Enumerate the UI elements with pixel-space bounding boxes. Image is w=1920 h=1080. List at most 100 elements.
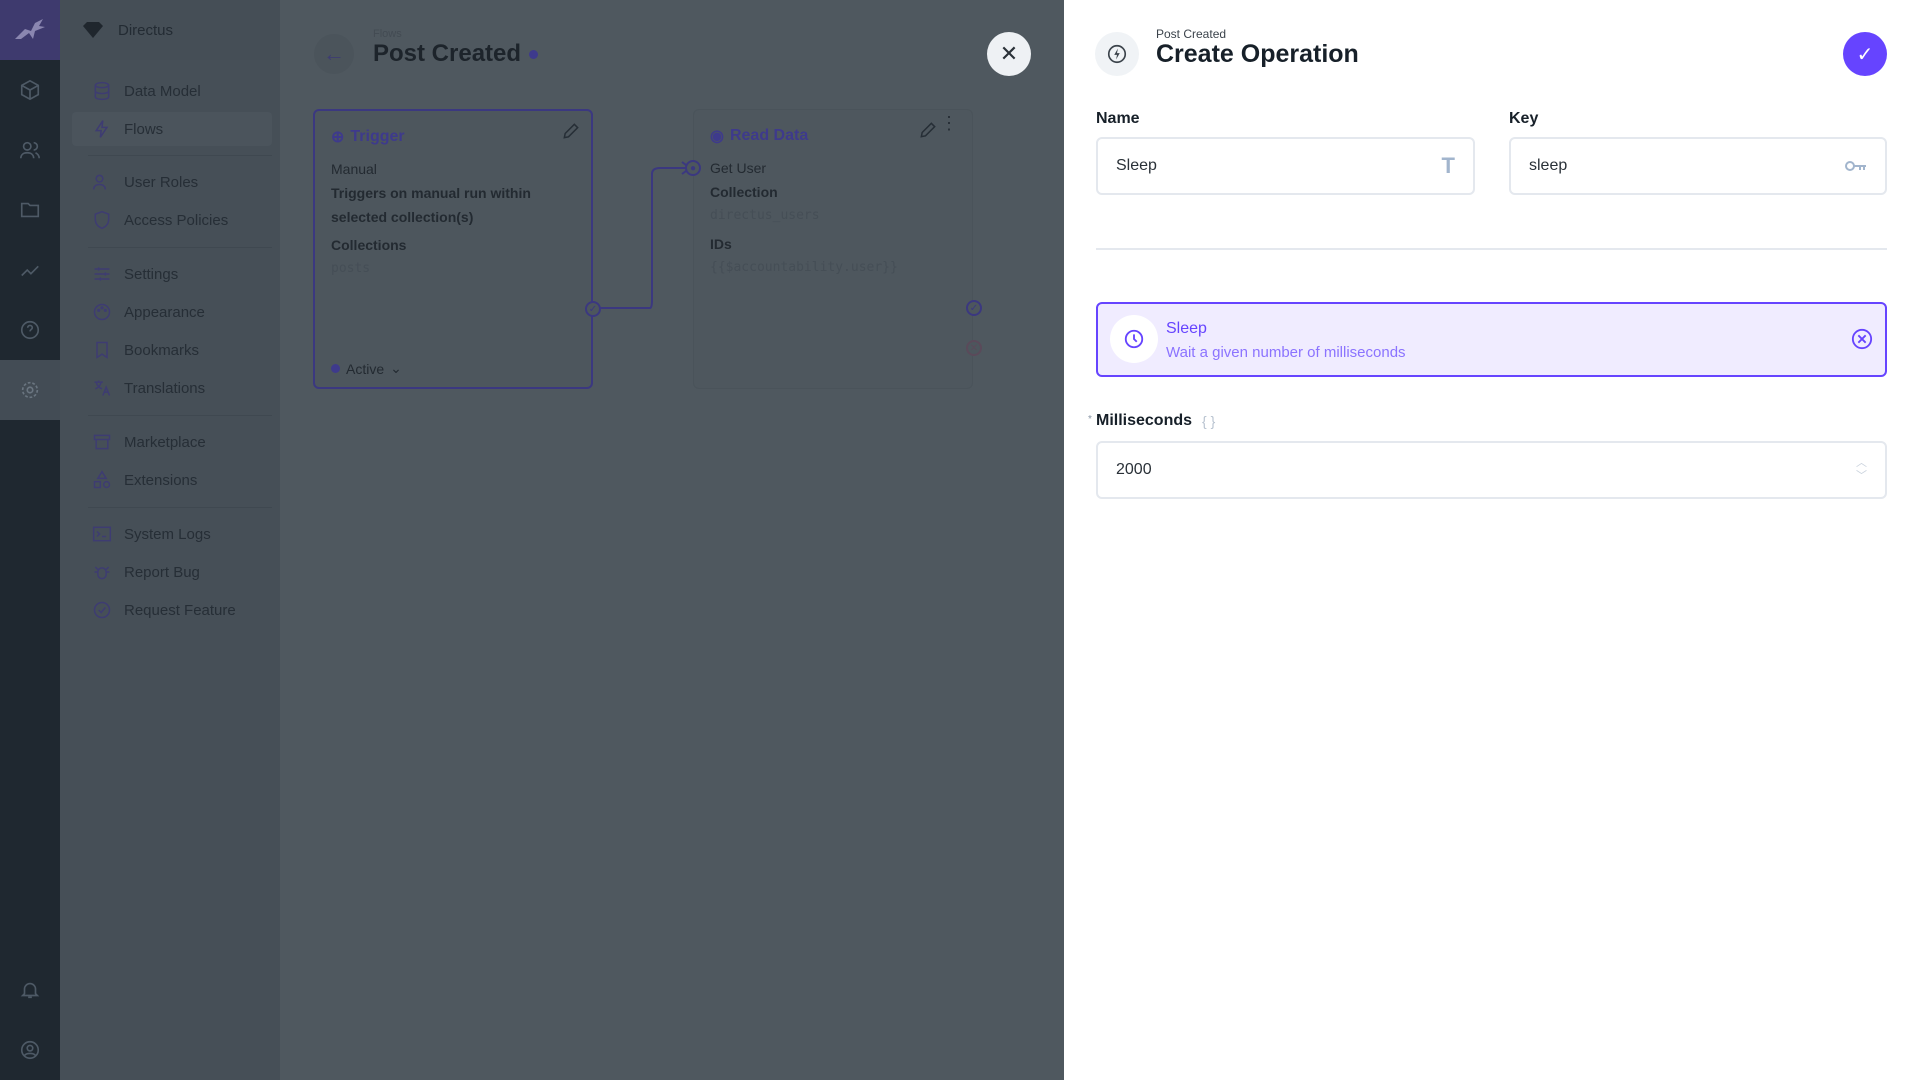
drawer-breadcrumb: Post Created <box>1156 27 1227 41</box>
milliseconds-label: Milliseconds { } <box>1096 412 1215 430</box>
milliseconds-input[interactable]: 2000 ︿ ﹀ <box>1096 441 1887 499</box>
nav-item-marketplace[interactable]: Marketplace <box>72 425 272 459</box>
edit-pencil-icon[interactable] <box>918 120 938 140</box>
nav-label: User Roles <box>124 173 199 191</box>
nav-label: Marketplace <box>124 433 206 451</box>
help-module-icon[interactable] <box>0 300 60 360</box>
notifications-bell-icon[interactable] <box>0 960 60 1020</box>
trigger-panel[interactable]: ⊕ Trigger Manual Triggers on manual run w… <box>313 109 601 389</box>
back-button[interactable]: ← <box>314 34 354 74</box>
check-badge-icon <box>93 601 111 619</box>
nav-item-appearance[interactable]: Appearance <box>72 295 272 329</box>
translate-icon <box>94 380 111 396</box>
project-header[interactable]: Directus <box>60 0 280 60</box>
nav-label: Bookmarks <box>124 341 200 359</box>
store-icon <box>93 434 111 450</box>
status-label: Active <box>346 360 385 377</box>
selected-operation-sleep[interactable]: Sleep Wait a given number of millisecond… <box>1096 302 1887 377</box>
shield-lock-icon <box>94 210 110 230</box>
files-module-icon[interactable] <box>0 180 60 240</box>
status-dropdown[interactable]: Active ⌄ <box>331 360 402 377</box>
divider <box>88 155 272 156</box>
nav-label: Report Bug <box>124 563 200 581</box>
content-module-icon[interactable] <box>0 60 60 120</box>
nav-item-system-logs[interactable]: System Logs <box>72 517 272 551</box>
palette-icon <box>93 303 111 321</box>
resolve-connector-icon[interactable]: ✓ <box>966 300 982 316</box>
nav-label: Appearance <box>124 303 205 321</box>
nav-item-bookmarks[interactable]: Bookmarks <box>72 333 272 367</box>
key-label: Key <box>1509 110 1539 127</box>
insights-module-icon[interactable] <box>0 240 60 300</box>
resolve-connector-icon[interactable]: ✓ <box>585 301 601 317</box>
reject-connector-icon[interactable]: ✕ <box>966 340 982 356</box>
raw-value-braces-icon[interactable]: { } <box>1202 413 1215 429</box>
active-dot <box>331 364 340 373</box>
read-data-panel[interactable]: ● ◉ Read Data ⋮ Get User Collection direc… <box>685 109 982 389</box>
drawer-title: Create Operation <box>1156 40 1359 68</box>
key-input[interactable]: sleep <box>1509 137 1887 195</box>
close-drawer-button[interactable]: ✕ <box>987 32 1031 76</box>
key-icon <box>1845 161 1866 171</box>
nav-item-user-roles[interactable]: User Roles <box>72 165 272 199</box>
edit-pencil-icon[interactable] <box>561 121 581 141</box>
name-input[interactable]: Sleep T <box>1096 137 1475 195</box>
nav-item-flows[interactable]: Flows <box>72 112 272 146</box>
settings-module-icon[interactable] <box>0 360 60 420</box>
bug-icon <box>94 566 110 580</box>
trigger-title: Trigger <box>350 128 405 145</box>
text-type-icon: T <box>1441 153 1455 178</box>
nav-label: Request Feature <box>124 601 236 619</box>
read-header: ◉ Read Data <box>710 126 808 146</box>
nav-label: Data Model <box>124 82 201 100</box>
key-value: sleep <box>1529 157 1568 174</box>
name-label: Name <box>1096 110 1140 127</box>
breadcrumb[interactable]: Flows <box>373 28 402 40</box>
directus-logo[interactable] <box>0 0 60 60</box>
nav-label: Extensions <box>124 471 198 489</box>
module-bar <box>0 0 60 1080</box>
required-indicator: * <box>1088 414 1092 425</box>
nav-item-extensions[interactable]: Extensions <box>72 463 272 497</box>
eye-icon: ◉ <box>710 128 724 145</box>
trigger-header: ⊕ Trigger <box>331 127 405 147</box>
close-icon: ✕ <box>999 41 1019 66</box>
user-avatar-icon[interactable] <box>0 1020 60 1080</box>
input-connector-icon[interactable]: ● <box>685 160 701 176</box>
check-icon: ✓ <box>1856 43 1874 66</box>
trigger-type: Manual <box>331 161 377 177</box>
arrow-left-icon: ← <box>323 41 345 66</box>
rabbit-logo-icon <box>15 19 45 39</box>
nav-item-data-model[interactable]: Data Model <box>72 74 272 108</box>
users-icon <box>92 174 107 190</box>
operation-name: Get User <box>710 160 767 176</box>
nav-item-translations[interactable]: Translations <box>72 371 272 405</box>
flow-title: Post Created <box>373 40 522 67</box>
users-module-icon[interactable] <box>0 120 60 180</box>
bookmark-icon <box>96 341 108 359</box>
operation-description: Wait a given number of milliseconds <box>1166 344 1406 361</box>
milliseconds-value: 2000 <box>1116 461 1152 478</box>
nav-item-report-bug[interactable]: Report Bug <box>72 555 272 589</box>
name-value: Sleep <box>1116 157 1157 174</box>
nav-label: Settings <box>124 265 179 283</box>
divider <box>88 415 272 416</box>
settings-navigation: Directus Data Model Flows User Roles Acc… <box>60 0 280 1080</box>
milliseconds-label-text: Milliseconds <box>1096 412 1193 429</box>
more-vertical-icon[interactable]: ⋮ <box>940 114 958 132</box>
divider <box>88 247 272 248</box>
ids-value: {{$accountability.user}} <box>710 260 898 275</box>
page-title: Post Created <box>373 40 539 68</box>
bolt-icon <box>94 120 109 138</box>
flow-connection-line <box>600 161 692 309</box>
bolt-circle-icon <box>1095 32 1139 76</box>
operation-title: Sleep <box>1166 320 1207 337</box>
nav-item-settings[interactable]: Settings <box>72 257 272 291</box>
nav-item-request-feature[interactable]: Request Feature <box>72 593 272 627</box>
shapes-icon <box>93 470 111 489</box>
save-button[interactable]: ✓ <box>1843 32 1887 76</box>
nav-item-access-policies[interactable]: Access Policies <box>72 203 272 237</box>
number-stepper-icon[interactable]: ︿ ﹀ <box>1856 457 1867 483</box>
deselect-close-circle-icon[interactable] <box>1851 328 1873 350</box>
collections-label: Collections <box>331 237 407 253</box>
